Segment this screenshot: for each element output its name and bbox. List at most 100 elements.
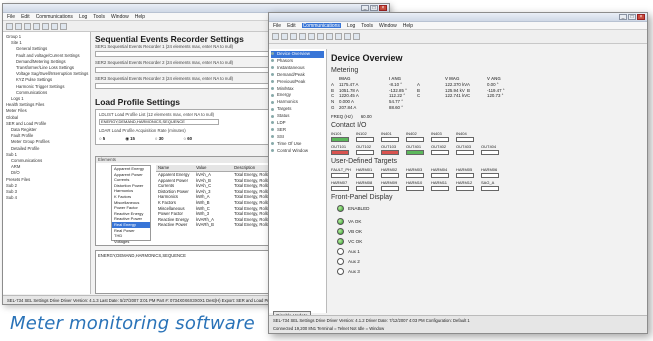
open-icon[interactable] [281, 33, 288, 40]
save-icon[interactable] [290, 33, 297, 40]
settings-tree: Group 1 Site 1 General Settings Fault and v… [3, 32, 91, 294]
input-labels: IN101 IN102 IN401 IN402 IN403 IN404 [331, 131, 643, 136]
tree-dot-icon [271, 66, 274, 70]
tree-dot-icon [271, 114, 274, 118]
tree-item[interactable]: SSI [271, 134, 324, 141]
tree-item[interactable]: Time Of Use [271, 141, 324, 148]
tree-node[interactable]: Sub 4 [6, 195, 87, 201]
ser3-field[interactable] [95, 83, 295, 89]
tree-item[interactable]: Harmonics [271, 99, 324, 106]
menu-help[interactable]: Help [135, 14, 145, 20]
tree-item[interactable]: SER [271, 127, 324, 134]
help-icon[interactable] [353, 33, 360, 40]
led-label: Aux 1 [348, 248, 360, 254]
led-row: VB OK [337, 227, 643, 235]
led-label: VB OK [348, 228, 363, 234]
tree-item[interactable]: Control Window [271, 148, 324, 155]
hmi-icon[interactable] [344, 33, 351, 40]
metering-cell [369, 105, 389, 111]
tree-dot-icon [271, 107, 274, 111]
tree-label: Device Overview [277, 51, 310, 56]
io-label: HARM11 [431, 179, 447, 185]
new-icon[interactable] [6, 22, 13, 30]
tree-label: Harmonics [277, 99, 298, 105]
tree-item[interactable]: Energy [271, 92, 324, 99]
tree-item[interactable]: Min/Max [271, 86, 324, 93]
io-indicator [331, 149, 349, 155]
front-panel-title: Front-Panel Display [331, 193, 393, 201]
close-icon[interactable]: × [379, 5, 387, 11]
col-value[interactable]: Value [194, 165, 232, 171]
save-icon[interactable] [24, 22, 31, 30]
help-icon[interactable] [60, 22, 67, 30]
terminal-icon[interactable] [326, 33, 333, 40]
menu-file[interactable]: File [7, 14, 15, 20]
io-indicator [356, 185, 374, 191]
tree-node[interactable]: Fault and voltage/Current Settings [6, 53, 87, 59]
col-name[interactable]: Name [156, 165, 194, 171]
minimize-icon[interactable]: _ [619, 14, 627, 20]
tree-item[interactable]: Status [271, 113, 324, 120]
menu-file[interactable]: File [273, 23, 281, 29]
io-label: HARM08 [356, 179, 373, 185]
tree-item[interactable]: Demand/Peak [271, 72, 324, 79]
ser2-field[interactable] [95, 67, 295, 73]
disconnect-icon[interactable] [317, 33, 324, 40]
led-row: Aux 2 [337, 257, 643, 265]
menu-communications[interactable]: Communications [36, 14, 73, 20]
menu-edit[interactable]: Edit [287, 23, 296, 29]
maximize-icon[interactable]: □ [370, 5, 378, 11]
metering-cell [417, 105, 445, 111]
settings-icon[interactable] [51, 22, 58, 30]
menu-communications[interactable]: Communications [301, 23, 341, 29]
settings-icon[interactable] [335, 33, 342, 40]
contact-io-title: Contact I/O [331, 121, 367, 129]
maximize-icon[interactable]: □ [628, 14, 636, 20]
tree-item[interactable]: Device Overview [271, 51, 324, 58]
menu-edit[interactable]: Edit [21, 14, 30, 20]
tree-item[interactable]: Targets [271, 106, 324, 113]
ser1-field[interactable] [95, 51, 295, 57]
tree-label: Time Of Use [277, 140, 302, 146]
open-icon[interactable] [15, 22, 22, 30]
led-row: Aux 3 [337, 267, 643, 275]
title-bar: _ □ × [269, 13, 647, 22]
tree-item[interactable]: LDP [271, 120, 324, 127]
menu-log[interactable]: Log [347, 23, 355, 29]
io-indicator [381, 172, 399, 178]
ldlist-field[interactable]: ENERGY,DEMAND,HARMONICS,SEQUENCE [99, 119, 219, 125]
ldar-option-60[interactable]: ○ 60 [184, 136, 193, 142]
ldar-option-15[interactable]: ◉ 15 [125, 136, 135, 142]
io-indicator [431, 149, 449, 155]
ldar-option-30[interactable]: ○ 30 [155, 136, 164, 142]
menu-tools[interactable]: Tools [93, 14, 105, 20]
print-icon[interactable] [299, 33, 306, 40]
new-icon[interactable] [272, 33, 279, 40]
io-indicator [381, 185, 399, 191]
menu-window[interactable]: Window [379, 23, 397, 29]
tree-item[interactable]: Instantaneous [271, 65, 324, 72]
list-item[interactable]: Voltages [112, 239, 150, 245]
io-indicator [406, 136, 424, 142]
io-label: IN101 [331, 130, 342, 136]
ldar-option-5[interactable]: ○ 5 [99, 136, 105, 142]
menu-tools[interactable]: Tools [361, 23, 373, 29]
output-indicators [331, 149, 643, 155]
io-label: HARM09 [381, 179, 398, 185]
connect-icon[interactable] [42, 22, 49, 30]
io-indicator [356, 136, 374, 142]
tree-item[interactable]: Phasors [271, 58, 324, 65]
menu-log[interactable]: Log [79, 14, 87, 20]
tree-item[interactable]: Previous/Peak [271, 79, 324, 86]
led-icon [337, 217, 344, 225]
tree-label: Previous/Peak [277, 78, 306, 84]
minimize-icon[interactable]: _ [361, 5, 369, 11]
menu-window[interactable]: Window [111, 14, 129, 20]
tree-dot-icon [271, 100, 274, 104]
connect-icon[interactable] [308, 33, 315, 40]
metering-cell: 88.60 ° [389, 104, 403, 110]
print-icon[interactable] [33, 22, 40, 30]
category-list[interactable]: Apparent Energy Apparent Power Currents Dis… [111, 165, 151, 244]
menu-help[interactable]: Help [403, 23, 413, 29]
close-icon[interactable]: × [637, 14, 645, 20]
